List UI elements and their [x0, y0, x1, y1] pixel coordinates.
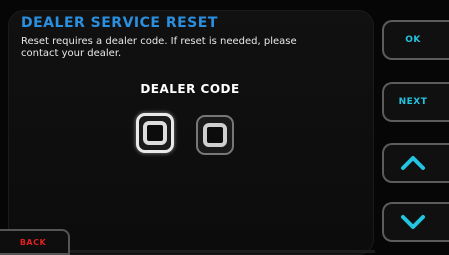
code-digit-2-value: 0: [203, 123, 227, 147]
down-button[interactable]: [382, 202, 449, 242]
chevron-down-icon: [401, 215, 425, 229]
back-button-label: BACK: [19, 237, 47, 247]
chevron-up-icon: [401, 156, 425, 170]
next-button[interactable]: NEXT: [382, 82, 449, 122]
ok-button[interactable]: OK: [382, 20, 449, 60]
back-button[interactable]: BACK: [0, 229, 70, 255]
dealer-service-reset-screen: DEALER SERVICE RESET Reset requires a de…: [0, 0, 449, 255]
code-digit-1-value: 0: [143, 121, 167, 145]
up-button[interactable]: [382, 143, 449, 183]
reset-description: Reset requires a dealer code. If reset i…: [21, 36, 297, 59]
next-button-label: NEXT: [398, 97, 428, 107]
footer-divider: [70, 250, 375, 253]
code-digit-2[interactable]: 0: [196, 115, 234, 155]
page-title: DEALER SERVICE RESET: [21, 15, 218, 31]
ok-button-label: OK: [405, 35, 421, 45]
code-digit-1[interactable]: 0: [136, 113, 174, 153]
dealer-code-label: DEALER CODE: [140, 82, 240, 96]
